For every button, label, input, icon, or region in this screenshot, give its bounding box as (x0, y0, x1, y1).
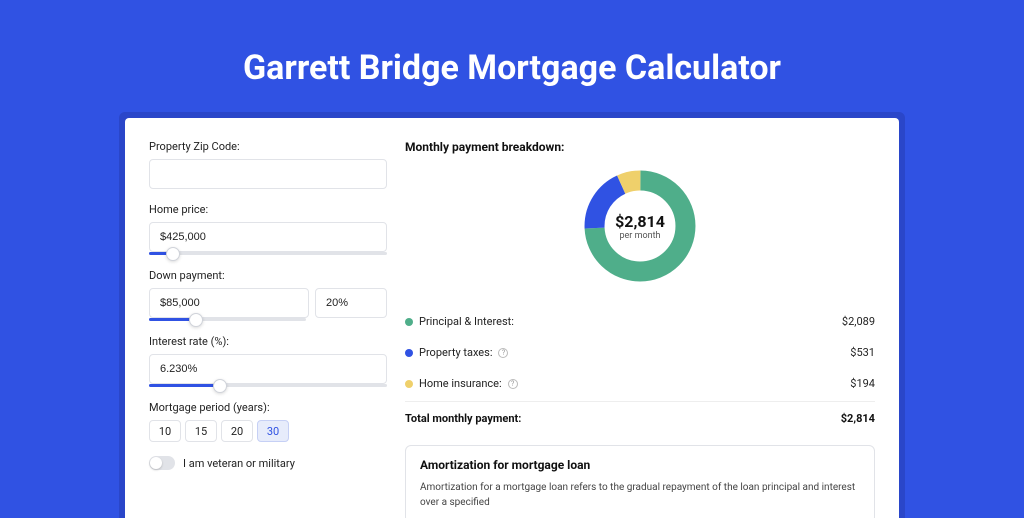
left-column: Property Zip Code: Home price: Down paym… (149, 140, 387, 518)
dot-icon (405, 318, 413, 326)
period-btn-20[interactable]: 20 (221, 420, 253, 442)
legend-label: Principal & Interest: (419, 315, 514, 328)
right-column: Monthly payment breakdown: $2,814 per mo… (405, 140, 875, 518)
total-row: Total monthly payment: $2,814 (405, 401, 875, 435)
home-price-input[interactable] (149, 222, 387, 252)
legend-row-insurance: Home insurance: ? $194 (405, 368, 875, 399)
legend-value: $531 (850, 346, 875, 359)
legend-label: Property taxes: (419, 346, 492, 359)
down-payment-field: Down payment: (149, 269, 387, 321)
veteran-toggle[interactable] (149, 456, 175, 470)
slider-thumb[interactable] (213, 379, 227, 393)
interest-slider[interactable] (149, 384, 387, 387)
period-buttons: 10 15 20 30 (149, 420, 387, 442)
home-price-field: Home price: (149, 203, 387, 255)
slider-thumb[interactable] (166, 247, 180, 261)
total-label: Total monthly payment: (405, 412, 521, 425)
down-payment-percent-input[interactable] (315, 288, 387, 318)
info-icon[interactable]: ? (508, 379, 518, 389)
legend-value: $194 (850, 377, 875, 390)
period-btn-15[interactable]: 15 (185, 420, 217, 442)
card-shadow: Property Zip Code: Home price: Down paym… (119, 112, 905, 518)
legend-row-principal: Principal & Interest: $2,089 (405, 306, 875, 337)
zip-label: Property Zip Code: (149, 140, 387, 153)
total-value: $2,814 (841, 412, 875, 425)
amortization-box: Amortization for mortgage loan Amortizat… (405, 445, 875, 518)
dot-icon (405, 380, 413, 388)
period-label: Mortgage period (years): (149, 401, 387, 414)
veteran-label: I am veteran or military (183, 457, 295, 470)
veteran-row: I am veteran or military (149, 456, 387, 470)
interest-field: Interest rate (%): (149, 335, 387, 387)
donut-chart: $2,814 per month (580, 166, 700, 286)
home-price-slider[interactable] (149, 252, 387, 255)
legend-value: $2,089 (842, 315, 875, 328)
info-icon[interactable]: ? (498, 348, 508, 358)
interest-input[interactable] (149, 354, 387, 384)
slider-fill (149, 384, 220, 387)
zip-field: Property Zip Code: (149, 140, 387, 189)
period-btn-30[interactable]: 30 (257, 420, 289, 442)
legend-row-taxes: Property taxes: ? $531 (405, 337, 875, 368)
zip-input[interactable] (149, 159, 387, 189)
donut-chart-wrap: $2,814 per month (405, 166, 875, 286)
page-title: Garrett Bridge Mortgage Calculator (0, 0, 1024, 112)
amortization-title: Amortization for mortgage loan (420, 458, 860, 472)
breakdown-title: Monthly payment breakdown: (405, 140, 875, 154)
period-field: Mortgage period (years): 10 15 20 30 (149, 401, 387, 442)
calculator-card: Property Zip Code: Home price: Down paym… (125, 118, 899, 518)
period-btn-10[interactable]: 10 (149, 420, 181, 442)
down-payment-label: Down payment: (149, 269, 387, 282)
donut-center: $2,814 per month (580, 166, 700, 286)
amortization-text: Amortization for a mortgage loan refers … (420, 480, 860, 510)
down-payment-amount-input[interactable] (149, 288, 309, 318)
legend-label: Home insurance: (419, 377, 502, 390)
home-price-label: Home price: (149, 203, 387, 216)
dot-icon (405, 349, 413, 357)
interest-label: Interest rate (%): (149, 335, 387, 348)
down-payment-slider[interactable] (149, 318, 306, 321)
donut-sub: per month (619, 231, 660, 241)
slider-thumb[interactable] (189, 313, 203, 327)
donut-amount: $2,814 (615, 212, 665, 231)
